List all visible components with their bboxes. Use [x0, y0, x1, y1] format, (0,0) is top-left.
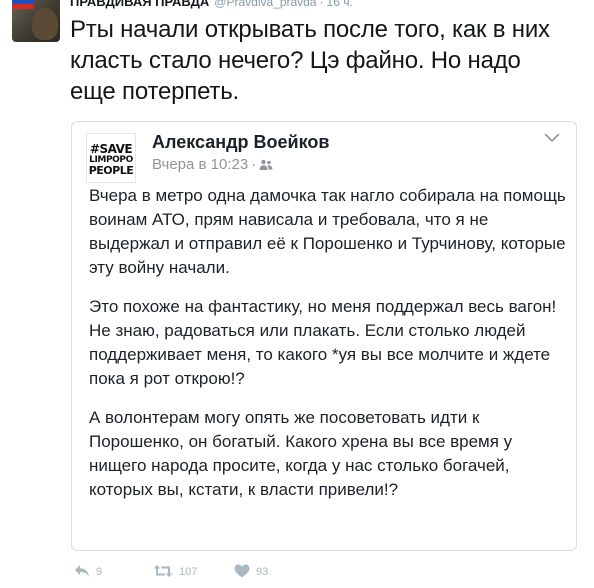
retweet-count: 107	[179, 566, 198, 578]
author-name[interactable]: ПРАВДИВАЯ ПРАВДА	[70, 0, 209, 9]
reply-button[interactable]: 9	[74, 563, 102, 581]
avatar-text-line-1: #SAVE	[89, 142, 133, 156]
quoted-post-time[interactable]: Вчера в 10:23	[152, 156, 248, 173]
tweet-timestamp[interactable]: 16 ч.	[327, 0, 353, 9]
quoted-author-avatar[interactable]: #SAVE LIMPOPO PEOPLE	[86, 133, 136, 183]
tweet: ПРАВДИВАЯ ПРАВДА @Pravdiva_pravda · 16 ч. Р…	[0, 0, 594, 588]
heart-icon	[234, 564, 250, 578]
avatar-text-line-3: PEOPLE	[88, 164, 134, 177]
reply-count: 9	[96, 566, 103, 578]
chevron-down-icon[interactable]	[544, 130, 560, 148]
retweet-icon	[153, 565, 173, 577]
quoted-paragraph: Вчера в метро одна дамочка так нагло соб…	[89, 186, 566, 277]
retweet-button[interactable]: 107	[153, 563, 197, 581]
quoted-post-meta: Вчера в 10:23 ·	[152, 156, 273, 176]
russian-flag-icon	[12, 0, 34, 9]
quoted-post-body: Вчера в метро одна дамочка так нагло соб…	[89, 184, 573, 502]
tweet-header: ПРАВДИВАЯ ПРАВДА @Pravdiva_pravda · 16 ч.	[70, 0, 353, 9]
like-button[interactable]: 93	[234, 563, 268, 581]
tweet-text: Рты начали открывать после того, как в н…	[70, 16, 550, 105]
like-count: 93	[256, 566, 269, 578]
author-avatar[interactable]	[12, 0, 60, 42]
bear-image	[32, 8, 58, 40]
quoted-paragraph: Это похоже на фантастику, но меня поддер…	[89, 297, 557, 388]
meta-separator: ·	[251, 156, 257, 173]
reply-icon	[75, 565, 89, 577]
author-handle[interactable]: @Pravdiva_pravda	[214, 0, 316, 9]
quoted-paragraph: А волонтерам могу опять же посоветовать …	[89, 408, 513, 499]
quoted-post-card[interactable]: #SAVE LIMPOPO PEOPLE Александр Воейков В…	[71, 121, 577, 551]
quoted-author-name[interactable]: Александр Воейков	[152, 131, 329, 153]
header-separator: ·	[319, 0, 324, 9]
friends-icon	[259, 158, 273, 176]
